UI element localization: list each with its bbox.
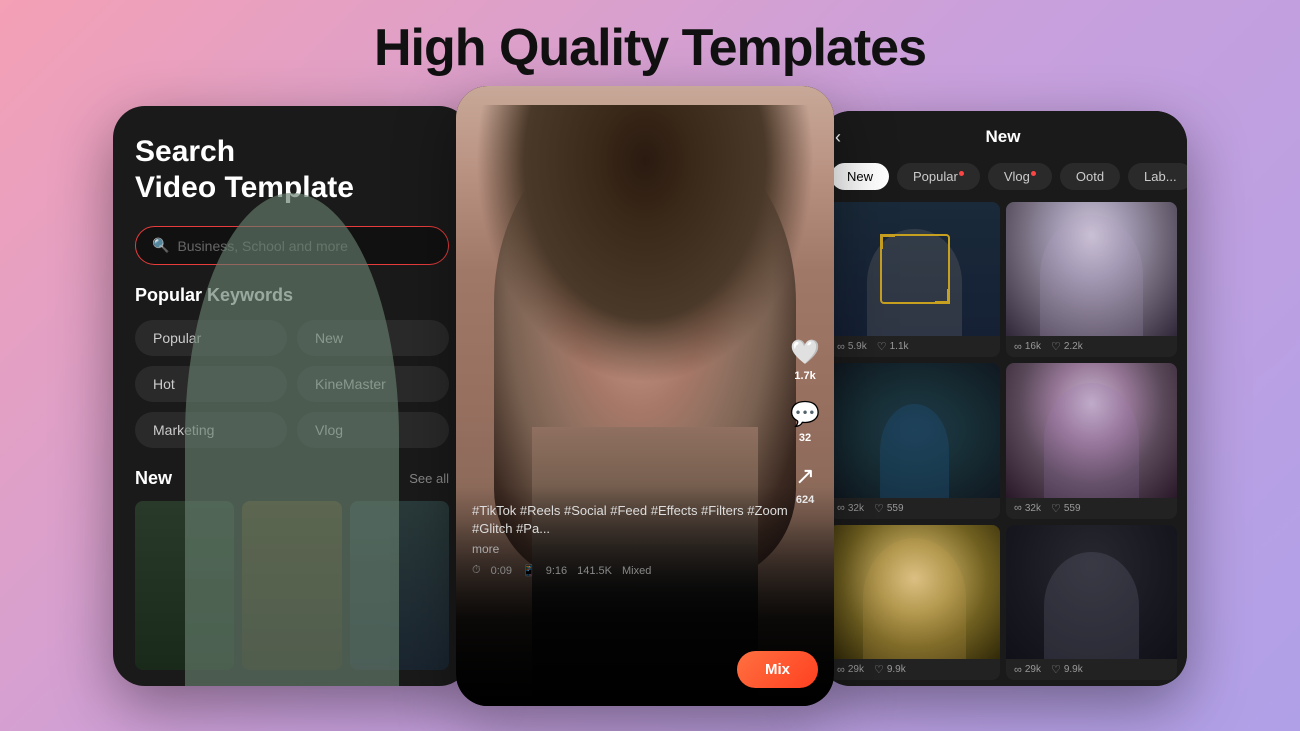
likes-stat-2: ♡ 2.2k	[1051, 340, 1083, 353]
views-stat-4: ∞ 32k	[1014, 502, 1041, 515]
thumb-photo-1	[829, 202, 1000, 336]
left-phone-content: SearchVideo Template 🔍 Business, School …	[113, 106, 471, 686]
likes-stat-5: ♡ 9.9k	[874, 663, 906, 676]
center-phone-content: 🤍 1.7k 💬 32 ↗ 624 #TikTok #Reels #Social…	[456, 86, 834, 706]
comment-action[interactable]: 💬 32	[790, 400, 820, 444]
views-stat-1: ∞ 5.9k	[837, 340, 867, 353]
thumb-photo-4	[1006, 363, 1177, 497]
right-thumb-1[interactable]: ∞ 5.9k ♡ 1.1k	[829, 202, 1000, 357]
device-icon: 📱	[522, 564, 536, 577]
loop-icon-2: ∞	[1014, 341, 1022, 353]
thumb-1-stats: ∞ 5.9k ♡ 1.1k	[829, 336, 1000, 357]
heart-icon-2: ♡	[1051, 340, 1061, 353]
loop-icon-5: ∞	[837, 664, 845, 676]
right-phone: ‹ New New Popular Vlog Ootd Lab...	[819, 111, 1187, 686]
thumb-3-stats: ∞ 32k ♡ 559	[829, 498, 1000, 519]
thumb-4-stats: ∞ 32k ♡ 559	[1006, 498, 1177, 519]
views-stat-5: ∞ 29k	[837, 663, 864, 676]
like-action[interactable]: 🤍 1.7k	[790, 338, 820, 382]
thumb-6-stats: ∞ 29k ♡ 9.9k	[1006, 659, 1177, 680]
right-header-title: New	[986, 127, 1021, 147]
left-phone: SearchVideo Template 🔍 Business, School …	[113, 106, 471, 686]
views-stat-2: ∞ 16k	[1014, 340, 1041, 353]
thumb-item-3[interactable]	[350, 501, 449, 670]
view-count: 141.5K	[577, 565, 612, 577]
likes-stat-6: ♡ 9.9k	[1051, 663, 1083, 676]
heart-icon-5: ♡	[874, 663, 884, 676]
thumb-photo-3	[829, 363, 1000, 497]
loop-icon-4: ∞	[1014, 502, 1022, 514]
hair-area	[475, 105, 815, 384]
views-stat-3: ∞ 32k	[837, 502, 864, 515]
more-button[interactable]: more	[472, 542, 818, 556]
right-header: ‹ New	[819, 111, 1187, 157]
tab-label[interactable]: Lab...	[1128, 163, 1187, 190]
thumb-photo-2	[1006, 202, 1177, 336]
phones-container: SearchVideo Template 🔍 Business, School …	[0, 96, 1300, 706]
right-thumb-2[interactable]: ∞ 16k ♡ 2.2k	[1006, 202, 1177, 357]
like-count: 1.7k	[794, 370, 815, 382]
side-actions: 🤍 1.7k 💬 32 ↗ 624	[790, 338, 820, 506]
thumb-photo-6	[1006, 525, 1177, 659]
tab-vlog[interactable]: Vlog	[988, 163, 1052, 190]
likes-stat-4: ♡ 559	[1051, 502, 1081, 515]
thumb-2-stats: ∞ 16k ♡ 2.2k	[1006, 336, 1177, 357]
center-phone: 🤍 1.7k 💬 32 ↗ 624 #TikTok #Reels #Social…	[456, 86, 834, 706]
loop-icon-3: ∞	[837, 502, 845, 514]
center-overlay-bottom: #TikTok #Reels #Social #Feed #Effects #F…	[456, 486, 834, 706]
heart-icon-4: ♡	[1051, 502, 1061, 515]
heart-icon-6: ♡	[1051, 663, 1061, 676]
heart-icon: 🤍	[790, 338, 820, 367]
right-phone-content: ‹ New New Popular Vlog Ootd Lab...	[819, 111, 1187, 686]
duration-icon: ⏱	[472, 564, 481, 577]
right-thumb-6[interactable]: ∞ 29k ♡ 9.9k	[1006, 525, 1177, 680]
face-scan-overlay	[880, 234, 950, 304]
loop-icon-6: ∞	[1014, 664, 1022, 676]
mix-button[interactable]: Mix	[737, 651, 818, 688]
hashtags-text: #TikTok #Reels #Social #Feed #Effects #F…	[472, 502, 818, 538]
aspect-ratio: 9:16	[546, 565, 567, 577]
video-meta: ⏱ 0:09 📱 9:16 141.5K Mixed	[472, 564, 818, 577]
heart-icon-3: ♡	[874, 502, 884, 515]
thumb-5-stats: ∞ 29k ♡ 9.9k	[829, 659, 1000, 680]
comment-count: 32	[799, 432, 811, 444]
right-thumb-grid: ∞ 5.9k ♡ 1.1k	[819, 196, 1187, 686]
comment-icon: 💬	[790, 400, 820, 429]
tab-popular[interactable]: Popular	[897, 163, 980, 190]
likes-stat-1: ♡ 1.1k	[877, 340, 909, 353]
tab-ootd[interactable]: Ootd	[1060, 163, 1120, 190]
thumb-photo-5	[829, 525, 1000, 659]
video-type: Mixed	[622, 565, 651, 577]
right-tabs: New Popular Vlog Ootd Lab...	[819, 157, 1187, 196]
duration: 0:09	[491, 565, 512, 577]
views-stat-6: ∞ 29k	[1014, 663, 1041, 676]
back-button[interactable]: ‹	[835, 127, 841, 148]
heart-icon-1: ♡	[877, 340, 887, 353]
right-thumb-5[interactable]: ∞ 29k ♡ 9.9k	[829, 525, 1000, 680]
tab-new[interactable]: New	[831, 163, 889, 190]
new-thumbnail-row	[135, 501, 449, 670]
loop-icon: ∞	[837, 341, 845, 353]
page-title: High Quality Templates	[374, 18, 926, 78]
likes-stat-3: ♡ 559	[874, 502, 904, 515]
right-thumb-3[interactable]: ∞ 32k ♡ 559	[829, 363, 1000, 518]
right-thumb-4[interactable]: ∞ 32k ♡ 559	[1006, 363, 1177, 518]
